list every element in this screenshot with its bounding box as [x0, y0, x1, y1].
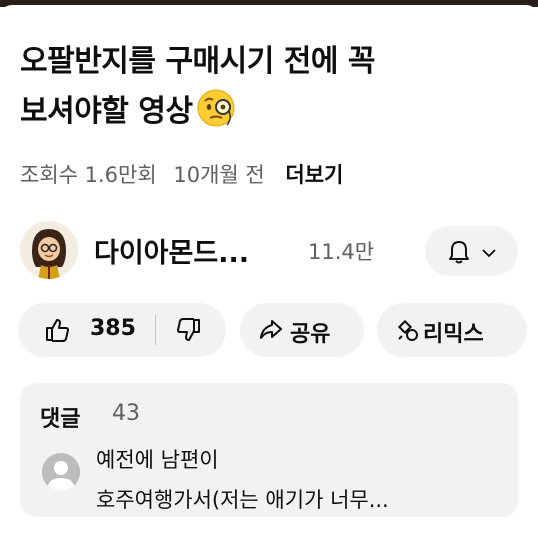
- dislike-icon[interactable]: [176, 317, 202, 347]
- bell-icon: [447, 239, 471, 269]
- like-divider: [155, 315, 156, 345]
- video-title-line2: 보셔야할 영상: [20, 94, 193, 129]
- remix-label: 리믹스: [423, 322, 484, 347]
- channel-row: 다이아몬드... 11.4만: [20, 221, 520, 281]
- comments-section[interactable]: 댓글 43 예전에 남편이 호주여행가서(저는 애기가 너무...: [20, 383, 518, 517]
- channel-name[interactable]: 다이아몬드...: [94, 231, 249, 270]
- share-button[interactable]: 공유: [240, 303, 364, 357]
- top-comment-line1: 예전에 남편이: [96, 448, 219, 472]
- top-comment-line2: 호주여행가서(저는 애기가 너무...: [96, 488, 389, 512]
- video-title[interactable]: 오팔반지를 구매시기 전에 꼭 보셔야할 영상: [20, 37, 520, 137]
- like-dislike-group: 385: [18, 303, 226, 357]
- remix-icon: [395, 317, 421, 347]
- video-description-sheet: 오팔반지를 구매시기 전에 꼭 보셔야할 영상 조회수 1.6만회 10개월 전…: [0, 5, 538, 545]
- monocle-face-icon: [195, 87, 237, 129]
- subscription-bell-button[interactable]: [425, 226, 518, 276]
- comments-count: 43: [112, 401, 140, 426]
- subscriber-count: 11.4만: [308, 240, 375, 264]
- commenter-avatar: [42, 453, 80, 491]
- chevron-down-icon: [481, 244, 497, 263]
- comments-heading: 댓글: [40, 407, 81, 432]
- video-meta: 조회수 1.6만회 10개월 전 더보기: [20, 159, 353, 189]
- like-count[interactable]: 385: [90, 316, 136, 341]
- share-icon: [258, 318, 284, 346]
- channel-avatar[interactable]: [20, 221, 78, 279]
- remix-button[interactable]: 리믹스: [377, 303, 527, 357]
- video-title-line1: 오팔반지를 구매시기 전에 꼭: [20, 44, 376, 79]
- upload-age: 10개월 전: [173, 163, 265, 187]
- action-bar: 385 공유 리믹스: [18, 303, 538, 357]
- view-count: 조회수 1.6만회: [20, 163, 157, 187]
- more-button[interactable]: 더보기: [285, 163, 343, 187]
- share-label: 공유: [290, 322, 331, 347]
- top-comment-text: 예전에 남편이 호주여행가서(저는 애기가 너무...: [96, 440, 501, 520]
- like-icon[interactable]: [44, 317, 70, 347]
